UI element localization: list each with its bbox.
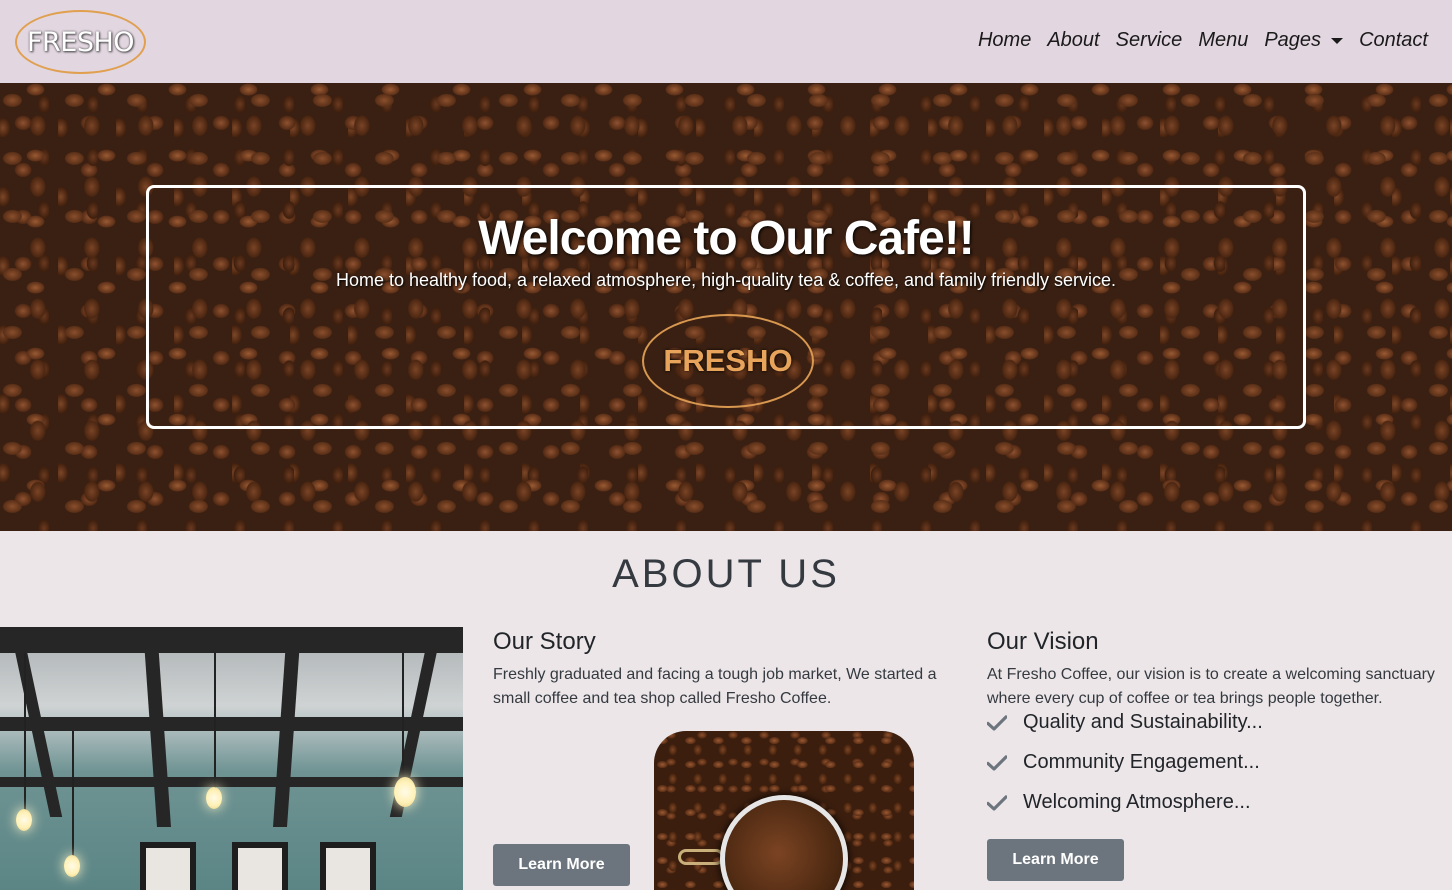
cafe-interior-photo	[0, 627, 463, 890]
about-heading: ABOUT US	[612, 552, 840, 596]
hero-subtitle: Home to healthy food, a relaxed atmosphe…	[335, 270, 1117, 290]
nav-item-menu[interactable]: Menu	[1198, 29, 1248, 52]
hero-title: Welcome to Our Cafe!!	[478, 212, 975, 265]
vision-point-label: Welcoming Atmosphere...	[1023, 791, 1251, 813]
vision-point-label: Community Engagement...	[1023, 751, 1260, 773]
story-text: Freshly graduated and facing a tough job…	[493, 666, 937, 707]
navbar: FRESHO Home About Service Menu Pages Con…	[0, 0, 1452, 83]
vision-point-label: Quality and Sustainability...	[1023, 711, 1263, 733]
hero-frame: Welcome to Our Cafe!! Home to healthy fo…	[146, 185, 1306, 429]
nav-item-pages-dropdown[interactable]: Pages	[1264, 29, 1344, 52]
nav-item-service[interactable]: Service	[1116, 29, 1183, 52]
vision-point: Welcoming Atmosphere...	[987, 791, 1251, 814]
story-learn-more-button[interactable]: Learn More	[493, 844, 630, 886]
brand-logo[interactable]: FRESHO	[15, 10, 146, 74]
hero-badge-text: FRESHO	[663, 343, 793, 378]
check-icon	[987, 754, 1007, 771]
nav-label-pages: Pages	[1264, 29, 1322, 51]
nav-menu: Home About Service Menu Pages Contact	[962, 29, 1428, 52]
hero-badge: FRESHO	[642, 314, 814, 408]
nav-item-home[interactable]: Home	[978, 29, 1031, 52]
nav-label-menu: Menu	[1198, 29, 1249, 51]
vision-title: Our Vision	[987, 628, 1099, 655]
brand-logo-text: FRESHO	[26, 26, 135, 58]
chevron-down-icon	[1331, 37, 1344, 44]
nav-label-contact: Contact	[1359, 29, 1428, 51]
nav-label-service: Service	[1115, 29, 1183, 51]
check-icon	[987, 794, 1007, 811]
story-title: Our Story	[493, 628, 596, 655]
hero-banner: Welcome to Our Cafe!! Home to healthy fo…	[0, 83, 1452, 531]
vision-point: Community Engagement...	[987, 751, 1260, 774]
nav-item-contact[interactable]: Contact	[1359, 29, 1428, 52]
vision-point: Quality and Sustainability...	[987, 711, 1263, 734]
nav-label-home: Home	[977, 29, 1032, 51]
vision-learn-more-button[interactable]: Learn More	[987, 839, 1124, 881]
vision-text: At Fresho Coffee, our vision is to creat…	[987, 666, 1435, 707]
nav-label-about: About	[1047, 29, 1100, 51]
coffee-beans-cup-image	[654, 731, 914, 890]
check-icon	[987, 714, 1007, 731]
vision-learn-more-label: Learn More	[1012, 851, 1099, 868]
nav-item-about[interactable]: About	[1047, 29, 1099, 52]
story-learn-more-label: Learn More	[518, 856, 605, 873]
